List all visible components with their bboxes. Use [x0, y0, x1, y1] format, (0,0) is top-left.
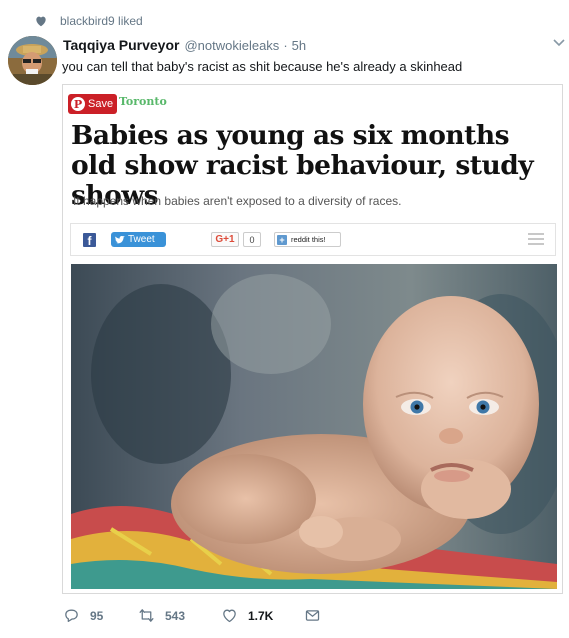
- twitter-bird-icon: [115, 235, 125, 243]
- retweet-icon: [139, 609, 154, 622]
- reddit-plus-icon: +: [277, 234, 287, 245]
- user-handle[interactable]: @notwokieleaks: [184, 38, 279, 53]
- avatar[interactable]: [8, 36, 57, 85]
- reply-count: 95: [90, 608, 104, 623]
- like-count: 1.7K: [248, 608, 274, 623]
- article-subhead: It happens when babies aren't exposed to…: [73, 194, 402, 208]
- tweet-share-button[interactable]: Tweet: [111, 232, 166, 247]
- share-bar: f Tweet G+1 0 + reddit this!: [70, 223, 556, 256]
- social-context[interactable]: blackbird9 liked: [34, 12, 143, 30]
- tweet-header: Taqqiya Purveyor @notwokieleaks · 5h: [63, 37, 306, 55]
- heart-icon: [36, 16, 46, 27]
- avatar-image: [8, 36, 57, 85]
- heart-icon: [223, 609, 236, 623]
- gplus-count: 0: [243, 232, 261, 247]
- like-button[interactable]: 1.7K: [221, 607, 273, 624]
- tweet-actions: 95 543 1.7K: [63, 607, 363, 627]
- save-label: Save: [88, 98, 114, 110]
- reply-button[interactable]: 95: [63, 607, 103, 624]
- embedded-image[interactable]: P Save Toronto Babies as young as six mo…: [62, 84, 563, 594]
- tweet-label: Tweet: [128, 234, 155, 245]
- reply-icon: [65, 609, 78, 623]
- envelope-icon: [305, 610, 320, 621]
- chevron-down-icon[interactable]: [552, 38, 566, 48]
- facebook-share-button[interactable]: f: [83, 233, 96, 248]
- reddit-share-button[interactable]: + reddit this!: [274, 232, 341, 247]
- separator-dot: ·: [283, 38, 288, 53]
- retweet-count: 543: [165, 608, 186, 623]
- baby-photo: [71, 264, 557, 589]
- direct-message-button[interactable]: [304, 607, 331, 624]
- tweet-timestamp[interactable]: 5h: [292, 38, 306, 53]
- gplus-button[interactable]: G+1: [211, 232, 239, 247]
- brand-label: Toronto: [119, 95, 167, 108]
- reddit-label: reddit this!: [291, 235, 326, 244]
- display-name[interactable]: Taqqiya Purveyor: [63, 37, 179, 53]
- tweet-text: you can tell that baby's racist as shit …: [62, 59, 463, 74]
- pinterest-save-button[interactable]: P Save: [68, 94, 117, 114]
- liked-by-text: blackbird9 liked: [60, 14, 143, 28]
- retweet-button[interactable]: 543: [138, 607, 185, 624]
- hamburger-icon[interactable]: [528, 233, 544, 247]
- pinterest-icon: P: [71, 97, 85, 111]
